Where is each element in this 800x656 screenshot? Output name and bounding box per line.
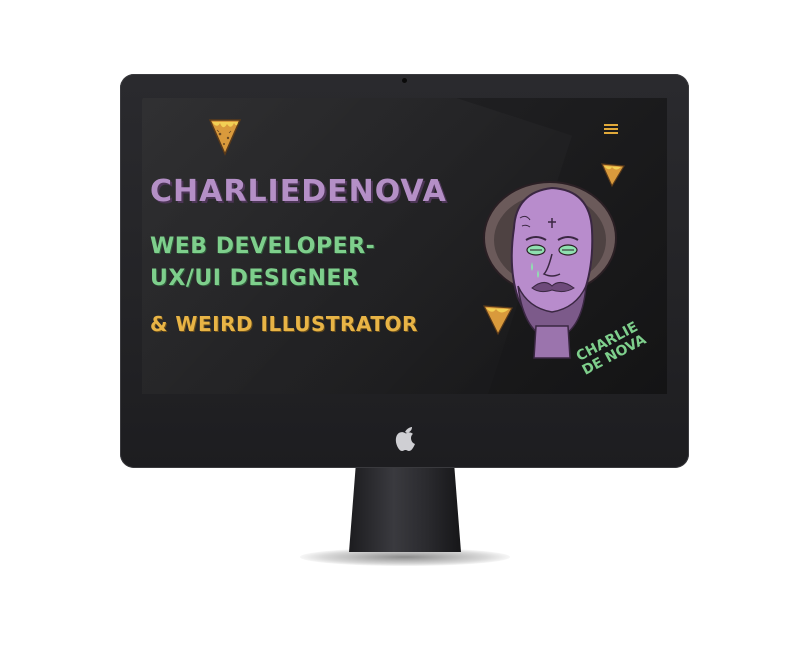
nacho-logo-icon[interactable] xyxy=(208,116,242,156)
portrait-illustration xyxy=(482,163,626,359)
apple-logo-icon xyxy=(395,427,415,451)
role-line-3: & WEIRD ILLUSTRATOR xyxy=(150,312,418,336)
site-title: CHARLIEDENOVA xyxy=(150,174,447,209)
monitor-stand xyxy=(349,466,461,552)
imac-monitor: CHARLIEDENOVA WEB DEVELOPER- UX/UI DESIG… xyxy=(120,74,689,468)
role-line-1: WEB DEVELOPER- xyxy=(150,234,376,259)
hamburger-menu-icon[interactable] xyxy=(604,124,618,136)
stage: CHARLIEDENOVA WEB DEVELOPER- UX/UI DESIG… xyxy=(0,0,800,656)
role-line-2: UX/UI DESIGNER xyxy=(150,266,360,291)
website-screen: CHARLIEDENOVA WEB DEVELOPER- UX/UI DESIG… xyxy=(142,98,667,394)
camera-icon xyxy=(402,78,407,83)
